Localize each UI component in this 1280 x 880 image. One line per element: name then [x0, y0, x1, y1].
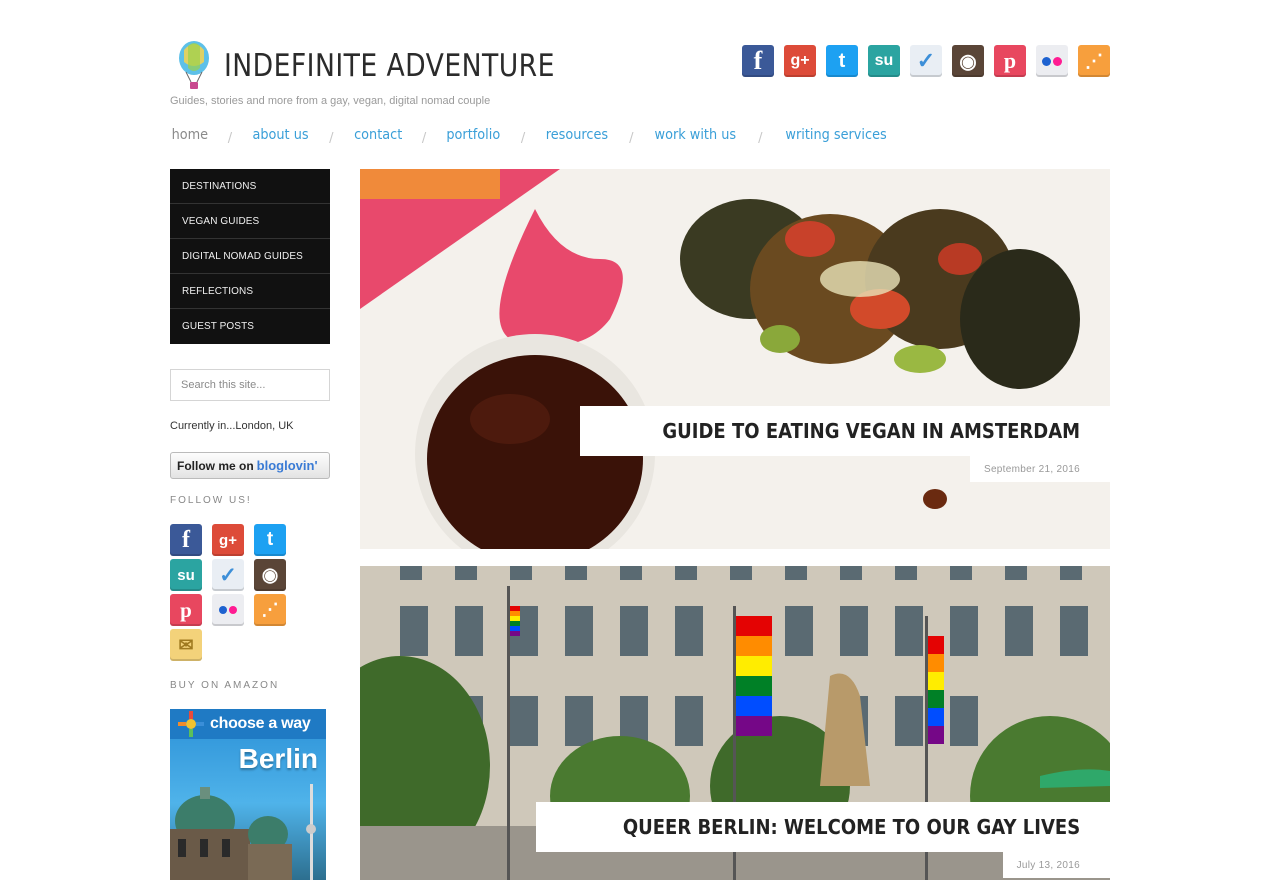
twitter-icon[interactable]: t	[826, 45, 858, 77]
category-destinations[interactable]: DESTINATIONS	[170, 169, 330, 204]
social-icons-sidebar: f g+ t su ✓ ◉ p ⋰ ✉	[170, 524, 300, 661]
nav-work-with-us[interactable]: work with us	[655, 127, 737, 143]
social-icons-header: f g+ t su ✓ ◉ p ⋰	[742, 45, 1110, 77]
nav-writing-services[interactable]: writing services	[785, 127, 886, 143]
category-menu: DESTINATIONS VEGAN GUIDES DIGITAL NOMAD …	[170, 169, 330, 344]
googleplus-icon[interactable]: g+	[784, 45, 816, 77]
facebook-icon[interactable]: f	[742, 45, 774, 77]
follow-us-heading: FOLLOW US!	[170, 495, 252, 506]
search-input[interactable]	[170, 369, 330, 401]
nav-about-us[interactable]: about us	[253, 127, 309, 143]
category-vegan-guides[interactable]: VEGAN GUIDES	[170, 204, 330, 239]
stumbleupon-icon[interactable]: su	[170, 559, 202, 591]
post-card-amsterdam[interactable]: GUIDE TO EATING VEGAN IN AMSTERDAM Septe…	[360, 169, 1110, 549]
post-title[interactable]: QUEER BERLIN: WELCOME TO OUR GAY LIVES	[623, 815, 1080, 839]
pinterest-icon[interactable]: p	[170, 594, 202, 626]
rss-icon[interactable]: ⋰	[1078, 45, 1110, 77]
bloglovin-prefix: Follow me on	[177, 458, 254, 473]
bloglovin-follow-button[interactable]: Follow me on bloglovin'	[170, 452, 330, 479]
category-digital-nomad-guides[interactable]: DIGITAL NOMAD GUIDES	[170, 239, 330, 274]
post-date: September 21, 2016	[969, 456, 1110, 482]
nav-portfolio[interactable]: portfolio	[447, 127, 501, 143]
post-title[interactable]: GUIDE TO EATING VEGAN IN AMSTERDAM	[662, 419, 1080, 443]
pinterest-icon[interactable]: p	[994, 45, 1026, 77]
buy-on-amazon-heading: BUY ON AMAZON	[170, 680, 280, 691]
instagram-icon[interactable]: ◉	[254, 559, 286, 591]
stumbleupon-icon[interactable]: su	[868, 45, 900, 77]
site-tagline: Guides, stories and more from a gay, veg…	[170, 95, 491, 107]
nav-home[interactable]: home	[172, 127, 209, 143]
nav-resources[interactable]: resources	[546, 127, 608, 143]
nav-separator: /	[629, 130, 634, 146]
post-title-box: GUIDE TO EATING VEGAN IN AMSTERDAM	[579, 406, 1110, 456]
post-title-box: QUEER BERLIN: WELCOME TO OUR GAY LIVES	[535, 802, 1110, 852]
nav-separator: /	[520, 130, 526, 146]
instagram-icon[interactable]: ◉	[952, 45, 984, 77]
berlin-cathedral-image	[170, 784, 316, 880]
flickr-icon[interactable]	[212, 594, 244, 626]
bloglovin-brand: bloglovin'	[256, 458, 318, 473]
nav-separator: /	[421, 130, 427, 146]
balloon-icon	[179, 41, 209, 89]
berlin-book-cover[interactable]: choose a way Berlin	[170, 709, 326, 880]
foursquare-icon[interactable]: ✓	[910, 45, 942, 77]
site-logo[interactable]: INDEFINITE ADVENTURE	[170, 40, 609, 92]
nav-separator: /	[329, 130, 334, 146]
rss-icon[interactable]: ⋰	[254, 594, 286, 626]
current-location: Currently in...London, UK	[170, 420, 294, 432]
nav-separator: /	[227, 130, 233, 146]
twitter-icon[interactable]: t	[254, 524, 286, 556]
flickr-icon[interactable]	[1036, 45, 1068, 77]
foursquare-icon[interactable]: ✓	[212, 559, 244, 591]
category-guest-posts[interactable]: GUEST POSTS	[170, 309, 330, 344]
main-nav: home / about us / contact / portfolio / …	[170, 127, 891, 146]
email-icon[interactable]: ✉	[170, 629, 202, 661]
post-image-vegan-food	[360, 169, 1110, 549]
nav-contact[interactable]: contact	[354, 127, 402, 143]
nav-separator: /	[758, 130, 763, 146]
facebook-icon[interactable]: f	[170, 524, 202, 556]
post-card-queer-berlin[interactable]: QUEER BERLIN: WELCOME TO OUR GAY LIVES J…	[360, 566, 1110, 880]
post-date: July 13, 2016	[1002, 852, 1110, 878]
category-reflections[interactable]: REFLECTIONS	[170, 274, 330, 309]
googleplus-icon[interactable]: g+	[212, 524, 244, 556]
site-title[interactable]: INDEFINITE ADVENTURE	[224, 48, 555, 84]
